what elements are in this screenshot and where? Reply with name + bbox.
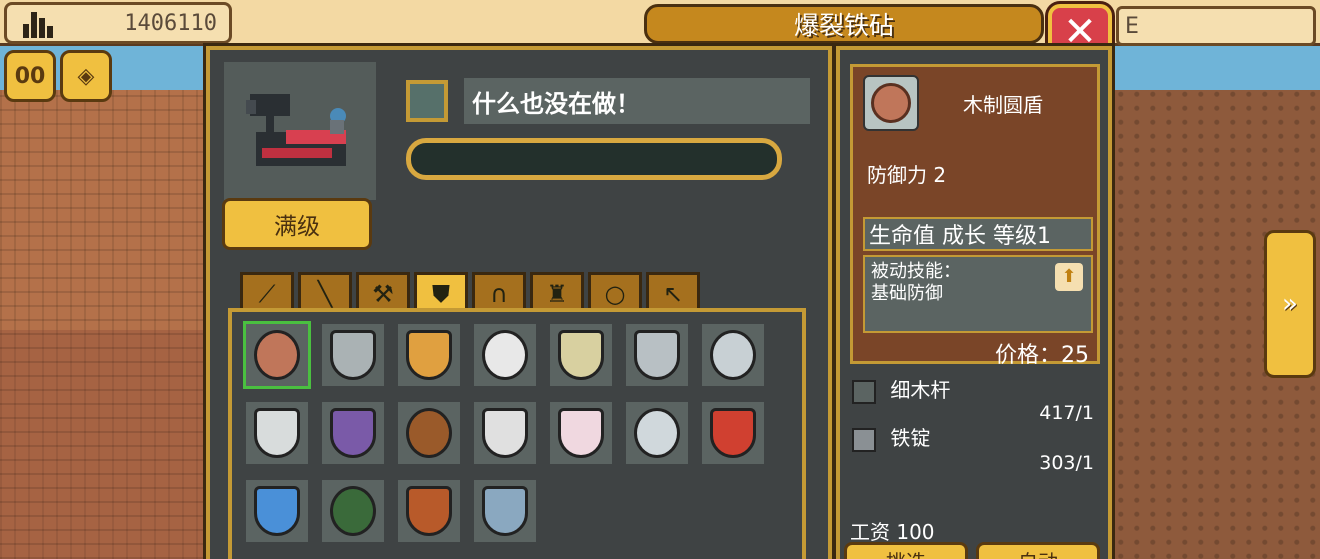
purple-round-shield-icon [330,408,376,458]
item-slot[interactable] [246,402,308,464]
wooden-round-shield-icon [863,75,919,131]
wage-label: 工资 100 [850,520,935,544]
crafting-panel: 满级 什么也没在做！ ⟋ ╲ ⚒ ⛊ ∩ ♜ ○ ↖ [206,46,832,559]
green-dragon-shield-icon [330,486,376,536]
item-slot[interactable] [474,402,536,464]
item-slot[interactable] [702,324,764,386]
upgrade-arrow-icon[interactable]: ⬆ [1055,263,1083,291]
item-grid [228,308,806,559]
ring-icon: ○ [604,279,626,308]
item-slot[interactable] [398,402,460,464]
tab-sword[interactable]: ⟋ [240,272,294,312]
frost-shield-icon [482,486,528,536]
item-growth: 生命值 成长 等级1 [863,217,1093,251]
item-slot[interactable] [626,402,688,464]
sword-icon: ⟋ [258,279,276,308]
tab-shield[interactable]: ⛊ [414,272,468,312]
shield-icon: ⛊ [432,279,450,308]
gems-icon: ◈ [77,63,95,89]
tab-helmet[interactable]: ∩ [472,272,526,312]
status-checkbox[interactable] [406,80,448,122]
item-slot[interactable] [322,402,384,464]
armor-icon: ♜ [546,279,568,308]
item-slot[interactable] [398,480,460,542]
max-level-button[interactable]: 满级 [222,198,372,250]
tab-armor[interactable]: ♜ [530,272,584,312]
item-skill: 被动技能： 基础防御 ⬆ [863,255,1093,333]
item-slot[interactable] [550,402,612,464]
item-slot[interactable] [246,480,308,542]
item-slot[interactable] [474,324,536,386]
tab-axe[interactable]: ⚒ [356,272,410,312]
item-info-card: 木制圆盾 防御力 2 生命值 成长 等级1 被动技能： 基础防御 ⬆ 价格：25 [850,64,1100,368]
heraldic-shield-icon [406,330,452,380]
item-price: 价格：25 [995,343,1089,368]
detail-panel: 木制圆盾 防御力 2 生命值 成长 等级1 被动技能： 基础防御 ⬆ 价格：25… [836,46,1112,559]
wood-stick-icon [852,379,876,404]
cross-shield-icon [558,408,604,458]
item-slot[interactable] [626,324,688,386]
currency-display: 1406110 [4,2,232,44]
anvil-machine [224,62,376,200]
item-slot[interactable] [246,324,308,386]
material-row: 细木杆 [852,374,950,404]
tab-bow[interactable]: ↖ [646,272,700,312]
cream-shield-icon [558,330,604,380]
silver-buckler-icon [330,330,376,380]
item-name: 木制圆盾 [963,93,1043,117]
staff-icon: ╲ [317,279,333,308]
item-slot[interactable] [322,324,384,386]
material-row: 铁锭 [852,422,930,452]
spiked-bronze-shield-icon [406,408,452,458]
blue-crest-shield-icon [254,486,300,536]
red-tower-shield-icon [406,486,452,536]
status-text: 什么也没在做！ [464,78,810,124]
currency-value: 1406110 [124,10,217,36]
helmet-icon: ∩ [490,279,508,308]
half-silver-shield-icon [710,330,756,380]
pause-button[interactable]: 00 [4,50,56,102]
item-slot[interactable] [398,324,460,386]
iron-ingot-icon [852,427,876,452]
material-qty: 417/1 [1039,402,1094,424]
wooden-round-shield-icon [254,330,300,380]
axe-icon: ⚒ [372,279,394,308]
lion-shield-icon [710,408,756,458]
item-slot[interactable] [702,402,764,464]
category-tabs: ⟋ ╲ ⚒ ⛊ ∩ ♜ ○ ↖ [240,272,700,312]
steel-round-shield-icon [634,330,680,380]
white-kite-shield-icon [482,330,528,380]
auto-button[interactable]: 自动 [976,542,1100,559]
window-title: 爆裂铁砧 [644,4,1044,44]
item-slot[interactable] [474,480,536,542]
tab-staff[interactable]: ╲ [298,272,352,312]
right-top-tab[interactable]: E [1116,6,1316,46]
next-page-button[interactable]: » [1264,230,1316,378]
gems-button[interactable]: ◈ [60,50,112,102]
ornate-white-shield-icon [482,408,528,458]
winged-silver-shield-icon [634,408,680,458]
brick-wall-lower [0,330,210,559]
material-qty: 303/1 [1039,452,1094,474]
item-slot[interactable] [550,324,612,386]
progress-bar [406,138,782,180]
item-slot[interactable] [322,480,384,542]
pause-icon: 00 [14,63,46,89]
building-icon [23,8,57,38]
tab-ring[interactable]: ○ [588,272,642,312]
anvil-icon [246,94,346,166]
bow-icon: ↖ [662,279,684,308]
select-button[interactable]: 挑选 [844,542,968,559]
tower-shield-icon [254,408,300,458]
item-defense: 防御力 2 [867,163,947,187]
fast-forward-icon: » [1282,289,1298,319]
